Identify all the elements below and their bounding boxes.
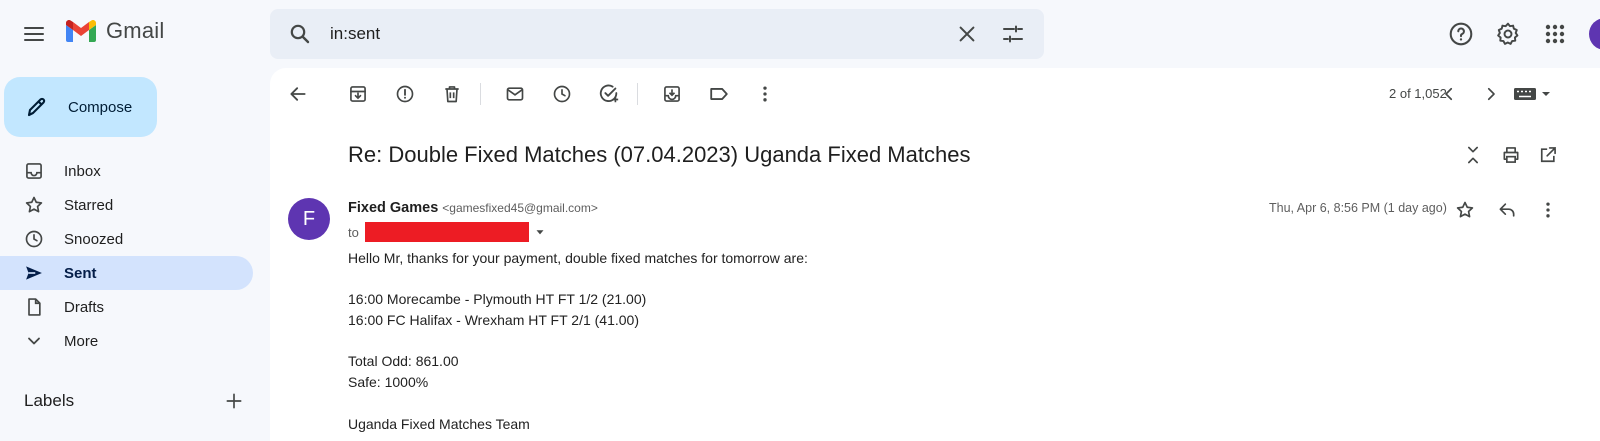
show-details-icon[interactable] (531, 223, 549, 241)
apps-grid-icon[interactable] (1536, 15, 1574, 53)
labels-section: Labels (24, 389, 244, 413)
body-line (348, 269, 808, 290)
recipients-line: to (348, 222, 549, 242)
collapse-all-icon[interactable] (1460, 142, 1486, 168)
search-input[interactable] (330, 21, 890, 47)
mark-unread-icon[interactable] (501, 80, 529, 108)
body-line (348, 331, 808, 352)
message-date: Thu, Apr 6, 8:56 PM (1 day ago) (1269, 201, 1447, 215)
sender-name[interactable]: Fixed Games (348, 200, 438, 216)
top-bar: Gmail (0, 0, 1600, 68)
body-line: Safe: 1000% (348, 374, 429, 391)
sidebar-item-inbox[interactable]: Inbox (0, 154, 253, 188)
labels-title: Labels (24, 391, 75, 410)
sidebar-item-drafts[interactable]: Drafts (0, 290, 253, 324)
sidebar-item-label: More (64, 332, 99, 350)
move-to-icon[interactable] (658, 80, 686, 108)
add-task-icon[interactable] (595, 80, 623, 108)
sidebar-item-sent[interactable]: Sent (0, 256, 253, 290)
sender-avatar[interactable]: F (288, 198, 330, 240)
message-view: 2 of 1,052 Re: Double Fixed Matches (07.… (270, 68, 1600, 441)
pencil-icon (23, 93, 51, 121)
email-subject: Re: Double Fixed Matches (07.04.2023) Ug… (348, 142, 971, 167)
compose-label: Compose (68, 98, 133, 116)
to-label: to (348, 224, 359, 240)
reply-icon[interactable] (1493, 196, 1521, 224)
app-name: Gmail (106, 18, 165, 43)
back-arrow-icon[interactable] (284, 80, 312, 108)
sidebar-item-snoozed[interactable]: Snoozed (0, 222, 253, 256)
sidebar-nav: Inbox Starred Snoozed Sent Drafts More (0, 154, 253, 358)
close-icon[interactable] (951, 18, 983, 50)
gmail-m-icon (64, 18, 98, 44)
inbox-icon (24, 161, 44, 181)
sidebar-item-more[interactable]: More (0, 324, 253, 358)
star-icon[interactable] (1451, 196, 1479, 224)
redacted-recipient (364, 222, 529, 242)
gear-icon[interactable] (1489, 15, 1527, 53)
search-options-icon[interactable] (997, 18, 1029, 50)
main-menu-icon[interactable] (14, 14, 54, 54)
sender-email: <gamesfixed45@gmail.com> (442, 201, 598, 215)
sidebar-item-label: Sent (64, 264, 97, 282)
search-icon[interactable] (284, 18, 316, 50)
keyboard-icon[interactable] (1510, 80, 1554, 108)
more-vert-icon[interactable] (751, 80, 779, 108)
account-avatar[interactable] (1589, 18, 1600, 50)
sidebar-item-starred[interactable]: Starred (0, 188, 253, 222)
toolbar-divider (480, 83, 481, 105)
sidebar-item-label: Drafts (64, 298, 105, 316)
body-line: Total Odd: 861.00 (348, 353, 459, 370)
report-spam-icon[interactable] (391, 80, 419, 108)
draft-icon (24, 297, 44, 317)
snooze-icon[interactable] (548, 80, 576, 108)
body-line: 16:00 Morecambe - Plymouth HT FT 1/2 (21… (348, 291, 647, 308)
archive-icon[interactable] (344, 80, 372, 108)
body-line (348, 393, 808, 414)
body-line: Uganda Fixed Matches Team (348, 415, 530, 432)
chevron-right-icon[interactable] (1477, 80, 1505, 108)
star-icon (24, 195, 44, 215)
clock-icon (24, 229, 44, 249)
chevron-left-icon[interactable] (1435, 80, 1463, 108)
search-bar (270, 9, 1044, 59)
chevron-down-icon (24, 331, 44, 351)
more-vert-icon[interactable] (1534, 196, 1562, 224)
label-icon[interactable] (705, 80, 733, 108)
help-icon[interactable] (1442, 15, 1480, 53)
sidebar-item-label: Starred (64, 196, 114, 214)
add-label-icon[interactable] (224, 391, 244, 411)
email-body: Hello Mr, thanks for your payment, doubl… (348, 248, 808, 434)
open-in-new-window-icon[interactable] (1535, 142, 1561, 168)
toolbar-divider (637, 83, 638, 105)
gmail-logo[interactable]: Gmail (64, 18, 164, 44)
print-icon[interactable] (1498, 142, 1524, 168)
body-line: Hello Mr, thanks for your payment, doubl… (348, 250, 808, 266)
sidebar-item-label: Snoozed (64, 230, 124, 248)
send-icon (24, 263, 44, 283)
trash-icon[interactable] (438, 80, 466, 108)
sidebar-item-label: Inbox (64, 162, 101, 180)
compose-button[interactable]: Compose (4, 77, 157, 137)
body-line: 16:00 FC Halifax - Wrexham HT FT 2/1 (41… (348, 312, 639, 329)
sender-line: Fixed Games <gamesfixed45@gmail.com> (348, 200, 598, 216)
